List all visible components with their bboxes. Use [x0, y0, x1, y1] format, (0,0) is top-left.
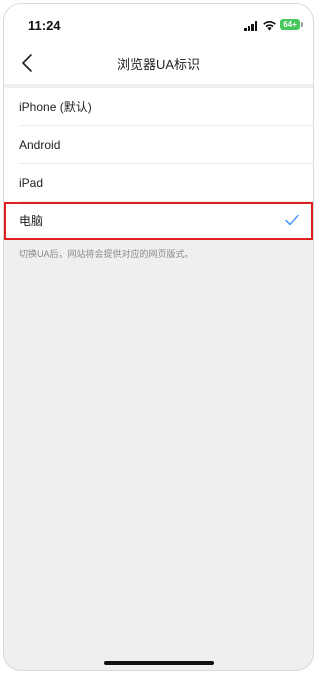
- option-label: Android: [19, 138, 61, 152]
- option-ipad[interactable]: iPad: [4, 164, 313, 202]
- battery-icon: 64+: [280, 19, 300, 30]
- wifi-icon: [263, 21, 276, 31]
- page-title: 浏览器UA标识: [116, 57, 201, 72]
- phone-screen: 11:24 64+ 浏览器UA标识 iPhone (默认) Android iP…: [3, 3, 314, 671]
- option-iphone[interactable]: iPhone (默认): [4, 88, 313, 126]
- option-label: iPad: [19, 176, 44, 190]
- ua-option-list: iPhone (默认) Android iPad 电脑: [4, 88, 313, 240]
- status-time: 11:24: [28, 18, 61, 33]
- option-label: iPhone (默认): [19, 100, 92, 114]
- option-desktop[interactable]: 电脑: [4, 202, 313, 240]
- ua-hint-text: 切换UA后，网站将会提供对应的网页版式。: [19, 249, 194, 259]
- signal-icon: [244, 21, 258, 31]
- header-area: 11:24 64+ 浏览器UA标识: [4, 4, 313, 84]
- home-indicator[interactable]: [104, 661, 214, 665]
- battery-tip: [301, 22, 303, 27]
- option-label: 电脑: [19, 214, 44, 228]
- option-android[interactable]: Android: [4, 126, 313, 164]
- checkmark-icon: [285, 214, 299, 226]
